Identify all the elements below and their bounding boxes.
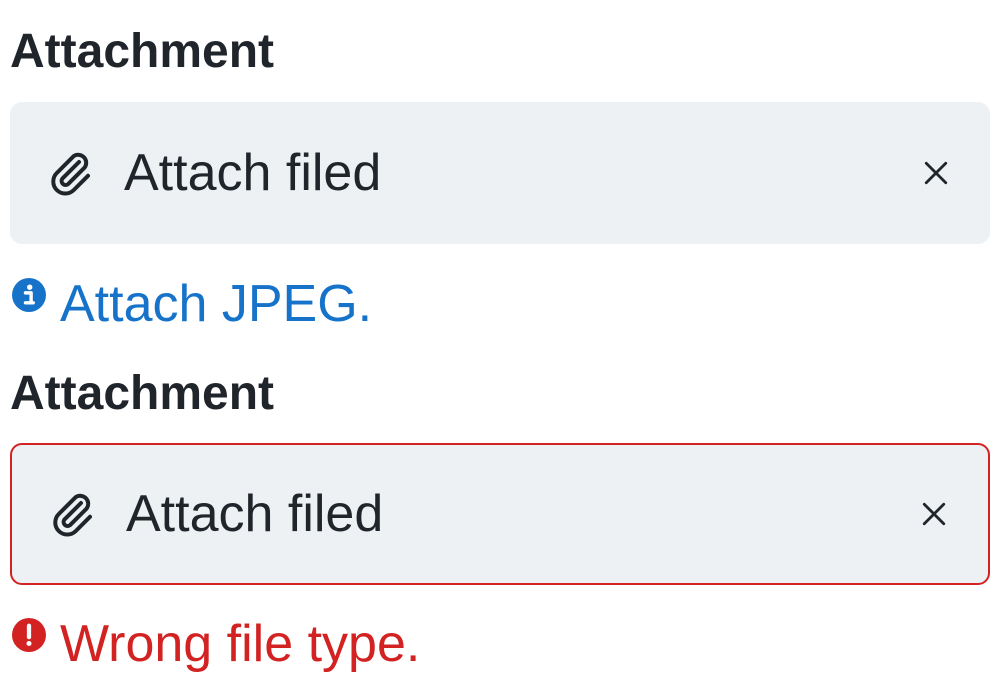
attach-input[interactable]: Attach filed xyxy=(10,443,990,585)
close-icon xyxy=(924,161,948,185)
field-label: Attachment xyxy=(10,367,275,420)
clear-button[interactable] xyxy=(914,494,954,534)
paperclip-icon xyxy=(51,152,90,196)
close-icon xyxy=(922,502,946,526)
info-circle-icon xyxy=(12,278,46,312)
clear-button[interactable] xyxy=(916,153,956,193)
attach-input-text: Attach filed xyxy=(126,485,384,543)
field-label: Attachment xyxy=(10,25,275,78)
error-text: Wrong file type. xyxy=(60,615,421,673)
paperclip-icon xyxy=(53,493,92,537)
attach-input-text: Attach filed xyxy=(124,144,382,202)
attachment-field-info: Attachment Attach filed Attach JPEG. xyxy=(10,0,990,340)
helper-text: Attach JPEG. xyxy=(60,275,373,333)
attachment-field-error: Attachment Attach filed Wrong file type. xyxy=(10,342,990,693)
error-circle-icon xyxy=(12,618,46,652)
attach-input[interactable]: Attach filed xyxy=(10,102,990,244)
